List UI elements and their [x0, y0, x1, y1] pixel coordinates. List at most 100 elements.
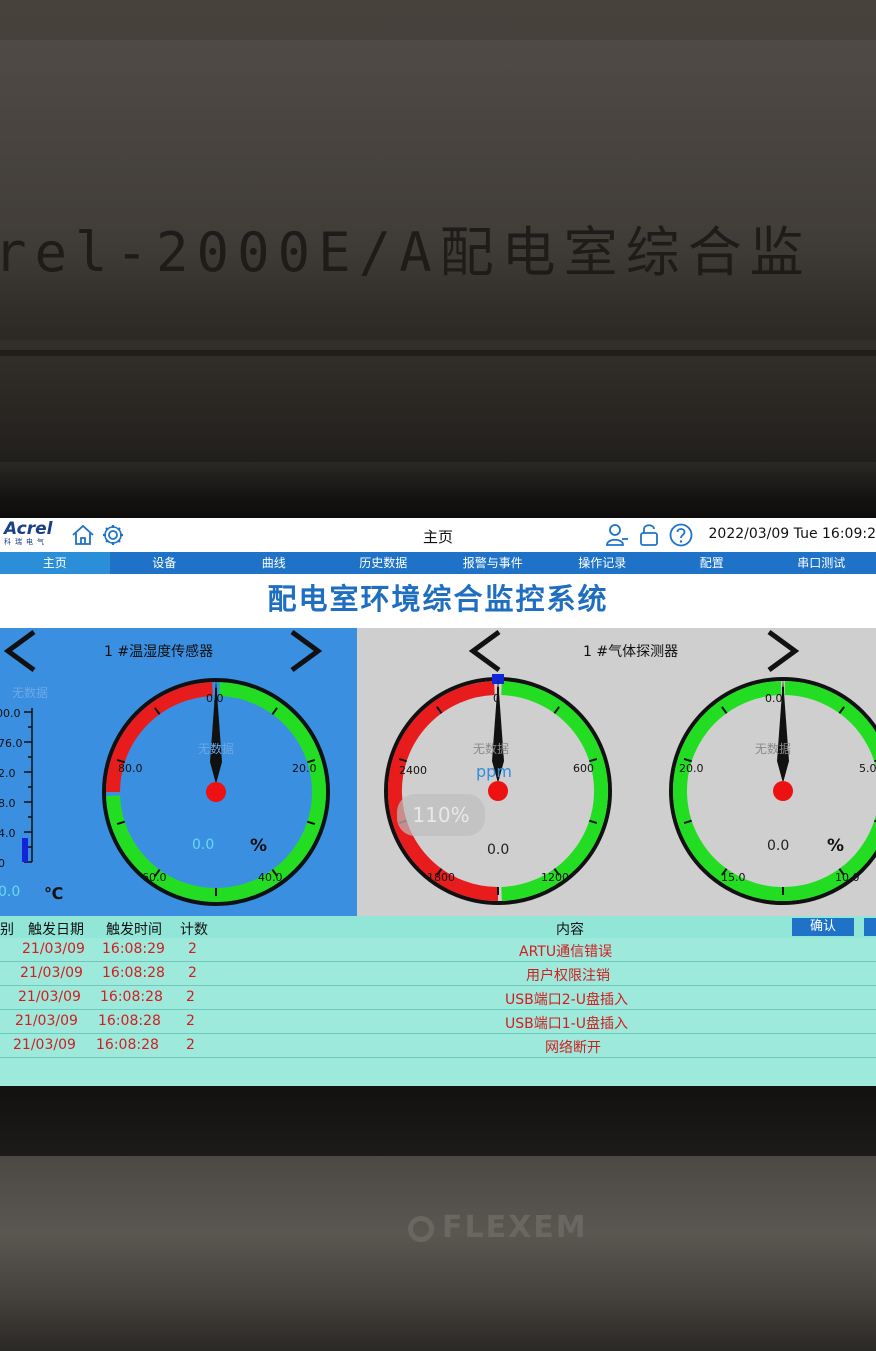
gas-percent-badge: 110%	[397, 794, 485, 836]
temp-humidity-panel: 1 #温湿度传感器 无数据 00.0 76.0 2.0 8.0 4.0 0 0.…	[0, 628, 357, 916]
percent-tick-0: 0.0	[765, 692, 783, 705]
humidity-tick-0: 0.0	[206, 692, 224, 705]
housing-ridge	[0, 40, 876, 340]
row-time: 16:08:29	[102, 941, 165, 957]
col-date: 触发日期	[28, 922, 84, 938]
percent-tick-15: 15.0	[721, 871, 746, 884]
humidity-nodata-label: 无数据	[198, 742, 235, 756]
humidity-tick-40: 40.0	[258, 871, 283, 884]
row-time: 16:08:28	[98, 1013, 161, 1029]
row-date: 21/03/09	[18, 989, 81, 1005]
bar-tick-2: 76.0	[0, 737, 23, 750]
row-time: 16:08:28	[96, 1037, 159, 1053]
bar-tick-1: 00.0	[0, 707, 21, 720]
table-row[interactable]: 21/03/09 16:08:28 2 USB端口2-U盘插入	[0, 986, 876, 1010]
hmi-screen: Acrel 科瑞电气 主页 2022/03/09 Tue 16:09:2 主页 …	[0, 518, 876, 1086]
row-date: 21/03/09	[22, 941, 85, 957]
temperature-unit: ℃	[44, 884, 64, 903]
nav-curves[interactable]: 曲线	[219, 552, 329, 574]
system-title: 配电室环境综合监控系统	[267, 582, 609, 616]
gas-tick-600: 600	[573, 762, 594, 775]
temperature-value: 0.0	[0, 884, 21, 900]
row-content: 网络断开	[545, 1040, 601, 1056]
datetime-display: 2022/03/09 Tue 16:09:2	[708, 526, 876, 542]
row-content: 用户权限注销	[526, 968, 610, 984]
next-detector-arrow-icon[interactable]	[767, 628, 801, 674]
next-sensor-arrow-icon[interactable]	[290, 628, 324, 674]
nav-config[interactable]: 配置	[657, 552, 767, 574]
screen-bottom-bezel	[0, 1086, 876, 1156]
confirm-side-button[interactable]	[864, 918, 876, 936]
gas-tick-1200: 1200	[541, 871, 569, 884]
row-content: ARTU通信错误	[519, 944, 613, 960]
row-count: 2	[188, 941, 197, 957]
prev-detector-arrow-icon[interactable]	[467, 628, 501, 674]
percent-tick-10: 10.0	[835, 871, 860, 884]
row-time: 16:08:28	[102, 965, 165, 981]
gas-nodata-label: 无数据	[473, 742, 510, 756]
table-row[interactable]: 21/03/09 16:08:29 2 ARTU通信错误	[0, 938, 876, 962]
main-nav: 主页 设备 曲线 历史数据 报警与事件 操作记录 配置 串口测试	[0, 552, 876, 574]
nav-serial-test[interactable]: 串口测试	[767, 552, 876, 574]
confirm-button[interactable]: 确认	[792, 918, 854, 936]
gas-value: 0.0	[487, 842, 510, 858]
row-time: 16:08:28	[100, 989, 163, 1005]
prev-sensor-arrow-icon[interactable]	[2, 628, 36, 674]
device-bottom-housing: FLEXEM	[0, 1156, 876, 1351]
nav-history[interactable]: 历史数据	[329, 552, 439, 574]
gas-tick-0: 0	[493, 692, 500, 705]
humidity-gauge	[102, 678, 330, 906]
gas-detector-title: 1 #气体探测器	[583, 644, 679, 660]
temp-nodata-label: 无数据	[12, 686, 49, 700]
humidity-tick-20: 20.0	[292, 762, 317, 775]
gas-detector-panel: 1 #气体探测器 无数据 0 600 1200 1800 2400 ppm 11…	[357, 628, 876, 916]
table-row[interactable]: 21/03/09 16:08:28 2 用户权限注销	[0, 962, 876, 986]
gas-tick-2400: 2400	[399, 764, 427, 777]
percent-nodata-label: 无数据	[755, 742, 792, 756]
nav-alarms-events[interactable]: 报警与事件	[438, 552, 548, 574]
housing-groove	[0, 350, 876, 356]
brand-text: FLEXEM	[442, 1210, 588, 1245]
col-time: 触发时间	[106, 922, 162, 938]
nav-devices[interactable]: 设备	[110, 552, 220, 574]
row-date: 21/03/09	[20, 965, 83, 981]
row-count: 2	[186, 1037, 195, 1053]
top-bar: Acrel 科瑞电气 主页 2022/03/09 Tue 16:09:2	[0, 518, 876, 552]
gas-concentration-gauge	[384, 674, 612, 905]
humidity-value: 0.0	[192, 837, 215, 853]
bar-tick-4: 8.0	[0, 797, 16, 810]
col-type: 别	[0, 922, 14, 938]
nav-home[interactable]: 主页	[0, 552, 110, 574]
percent-unit: %	[827, 836, 845, 856]
row-count: 2	[188, 965, 197, 981]
device-model-label: rel-2000E/A配电室综合监	[0, 221, 812, 284]
bar-tick-5: 4.0	[0, 827, 16, 840]
temp-sensor-title: 1 #温湿度传感器	[104, 644, 214, 660]
nav-operation-log[interactable]: 操作记录	[548, 552, 658, 574]
bar-tick-6: 0	[0, 857, 5, 870]
lock-icon[interactable]	[636, 522, 662, 548]
percent-tick-20: 20.0	[679, 762, 704, 775]
flexem-mark-icon	[408, 1215, 434, 1242]
row-date: 21/03/09	[15, 1013, 78, 1029]
table-row[interactable]: 21/03/09 16:08:28 2 网络断开	[0, 1034, 876, 1058]
flexem-logo: FLEXEM	[408, 1210, 588, 1245]
col-content: 内容	[556, 922, 584, 938]
bar-tick-3: 2.0	[0, 767, 16, 780]
row-content: USB端口2-U盘插入	[505, 992, 628, 1008]
event-table-header: 别 触发日期 触发时间 计数 内容 确认	[0, 916, 876, 938]
screen-top-bezel	[0, 462, 876, 520]
gas-unit-label: ppm	[476, 762, 512, 781]
gas-tick-1800: 1800	[427, 871, 455, 884]
humidity-tick-80: 80.0	[118, 762, 143, 775]
humidity-unit: %	[250, 836, 268, 856]
user-icon[interactable]	[604, 522, 630, 548]
row-content: USB端口1-U盘插入	[505, 1016, 628, 1032]
table-row[interactable]: 21/03/09 16:08:28 2 USB端口1-U盘插入	[0, 1010, 876, 1034]
percent-tick-5: 5.0	[859, 762, 876, 775]
device-top-housing: rel-2000E/A配电室综合监	[0, 0, 876, 470]
row-date: 21/03/09	[13, 1037, 76, 1053]
percent-value: 0.0	[767, 838, 790, 854]
help-icon[interactable]	[668, 522, 694, 548]
col-count: 计数	[180, 922, 208, 938]
